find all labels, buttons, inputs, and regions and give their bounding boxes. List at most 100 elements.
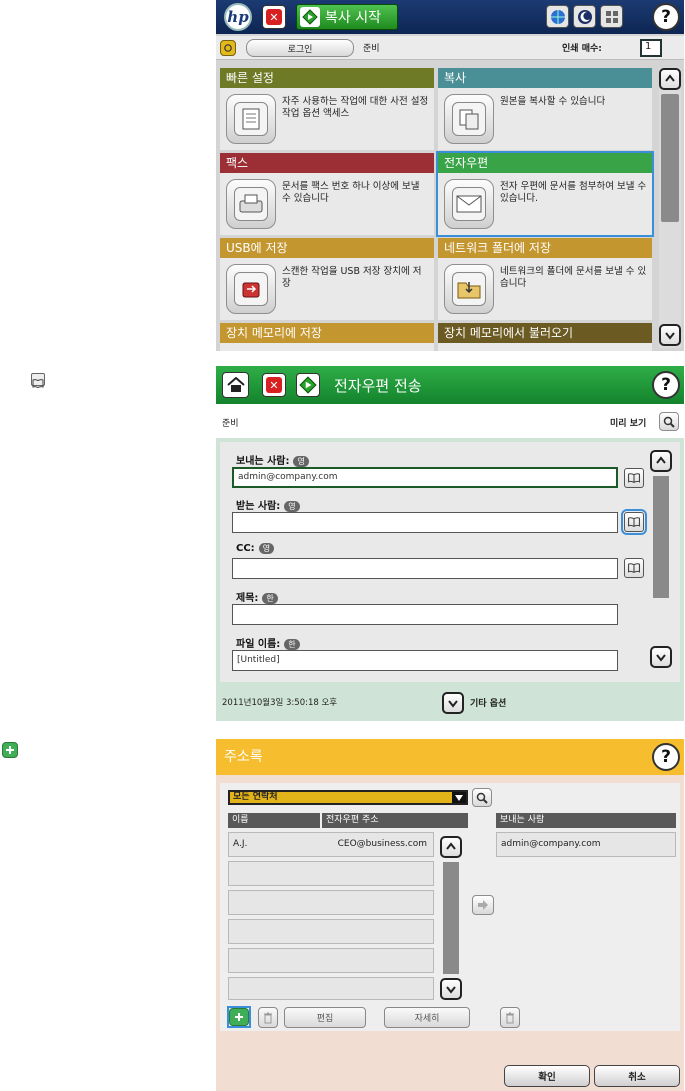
quick-sets-tile[interactable]: 빠른 설정 자주 사용하는 작업에 대한 사전 설정 작업 옵션 액세스 (220, 68, 434, 150)
remove-sender-button[interactable] (500, 1007, 520, 1028)
scroll-down-button[interactable] (659, 324, 681, 346)
home-screen-panel: hp ✕ 복사 시작 ? 로그인 준비 인쇄 매수: 1 빠른 설정 자주 사용… (216, 0, 684, 351)
to-label: 받는 사람: 영 (236, 497, 300, 512)
from-field[interactable]: admin@company.com (232, 467, 618, 488)
contact-filter-select[interactable]: 모든 연락처 (228, 790, 468, 805)
stop-button[interactable]: ✕ (262, 5, 286, 29)
home-status-bar: 로그인 준비 인쇄 매수: 1 (216, 36, 684, 60)
start-button-2[interactable] (296, 373, 320, 397)
cc-address-book-button[interactable] (624, 558, 644, 578)
add-to-sender-button[interactable] (472, 895, 494, 915)
arrow-right-icon (478, 900, 488, 910)
home-top-bar: hp ✕ 복사 시작 ? (216, 0, 684, 34)
copy-desc: 원본을 복사할 수 있습니다 (500, 96, 606, 107)
details-button[interactable]: 자세히 (384, 1007, 470, 1028)
help-button[interactable]: ? (652, 3, 680, 31)
stop-icon: ✕ (266, 9, 282, 25)
add-contact-button[interactable] (229, 1008, 249, 1026)
table-row-empty[interactable] (228, 890, 434, 915)
cancel-button[interactable]: 취소 (594, 1065, 680, 1087)
scroll-up-button[interactable] (659, 68, 681, 90)
home-scrollbar[interactable] (659, 68, 681, 348)
save-to-usb-desc: 스캔한 작업을 USB 저장 장치에 저장 (282, 266, 422, 289)
more-options-label: 기타 옵션 (470, 699, 507, 709)
contacts-scroll-up-button[interactable] (440, 836, 462, 858)
dropdown-arrow-icon[interactable] (452, 792, 466, 803)
save-to-device-memory-tile[interactable]: 장치 메모리에 저장 (220, 323, 434, 351)
sleep-icon[interactable] (573, 5, 596, 28)
help-button-3[interactable]: ? (652, 743, 680, 771)
email-tile[interactable]: 전자우편 전자 우편에 문서를 첨부하여 보낼 수 있습니다. (436, 151, 654, 237)
stop-button-2[interactable]: ✕ (262, 373, 286, 397)
filename-field[interactable]: [Untitled] (232, 650, 618, 671)
save-to-usb-tile[interactable]: USB에 저장 스캔한 작업을 USB 저장 장치에 저장 (220, 238, 434, 320)
address-book-icon (628, 517, 640, 527)
more-options-button[interactable] (442, 692, 464, 714)
fax-icon (226, 179, 276, 229)
datetime-text: 2011년10월3일 3:50:18 오후 (222, 698, 338, 708)
cc-lang-chip[interactable]: 영 (258, 543, 275, 554)
refresh-icon[interactable] (220, 40, 236, 56)
save-to-network-folder-desc: 네트워크의 폴더에 문서를 보낼 수 있습니다 (500, 266, 647, 289)
network-icon[interactable] (546, 5, 569, 28)
sender-row[interactable]: admin@company.com (496, 832, 676, 857)
home-icon (226, 377, 245, 392)
fax-tile[interactable]: 팩스 문서를 팩스 번호 하나 이상에 보낼 수 있습니다 (220, 153, 434, 235)
save-to-network-folder-tile[interactable]: 네트워크 폴더에 저장 네트워크의 폴더에 문서를 보낼 수 있습니다 (438, 238, 652, 320)
ok-button[interactable]: 확인 (504, 1065, 590, 1087)
cc-label-text: CC: (236, 543, 255, 554)
to-lang-chip[interactable]: 영 (284, 501, 300, 512)
email-status-text: 준비 (222, 419, 239, 429)
edit-button[interactable]: 편집 (284, 1007, 366, 1028)
cc-label: CC: 영 (236, 543, 275, 554)
column-header-sender: 보내는 사람 (496, 813, 676, 828)
fields-scroll-thumb[interactable] (653, 476, 669, 598)
address-book-panel: 주소록 ? 모든 연락처 이름 전자우편 주소 보내는 사람 A.J. CEO@… (216, 739, 684, 1091)
add-contact-icon-hint (2, 742, 18, 758)
to-address-book-button[interactable] (621, 509, 647, 535)
from-address-book-button[interactable] (624, 468, 644, 488)
contacts-scrollbar[interactable] (440, 836, 464, 1002)
to-field[interactable] (232, 512, 618, 533)
retrieve-from-device-memory-tile[interactable]: 장치 메모리에서 불러오기 (438, 323, 652, 351)
copies-input[interactable]: 1 (640, 39, 662, 57)
subject-field[interactable] (232, 604, 618, 625)
column-header-email[interactable]: 전자우편 주소 (322, 813, 468, 828)
filename-lang-chip[interactable]: 한 (284, 639, 300, 650)
table-row-empty[interactable] (228, 919, 434, 944)
plus-icon (235, 1013, 243, 1021)
delete-contact-button[interactable] (258, 1007, 278, 1028)
table-row-empty[interactable] (228, 977, 434, 1000)
copy-tile[interactable]: 복사 원본을 복사할 수 있습니다 (438, 68, 652, 150)
table-row-empty[interactable] (228, 948, 434, 973)
login-button[interactable]: 로그인 (246, 39, 354, 57)
start-icon-2 (299, 376, 317, 394)
email-top-bar: ✕ 전자우편 전송 ? (216, 366, 684, 404)
email-title: 전자우편 (438, 153, 652, 173)
start-copy-button[interactable]: 복사 시작 (296, 4, 398, 30)
scroll-thumb[interactable] (661, 94, 679, 222)
preview-button[interactable] (659, 412, 679, 431)
table-row[interactable]: A.J. CEO@business.com (228, 832, 434, 857)
email-status-row: 준비 미리 보기 (216, 404, 684, 438)
fields-scroll-down-button[interactable] (650, 646, 672, 668)
contact-search-button[interactable] (472, 788, 492, 807)
from-lang-chip[interactable]: 영 (293, 456, 309, 467)
magnifier-icon (663, 416, 675, 428)
settings-icon[interactable] (600, 5, 623, 28)
contacts-scroll-thumb[interactable] (443, 862, 459, 974)
subject-lang-chip[interactable]: 한 (262, 593, 278, 604)
cc-field[interactable] (232, 558, 618, 579)
hp-logo[interactable]: hp (224, 3, 252, 31)
trash-icon (506, 1012, 514, 1023)
subject-label: 제목: 한 (236, 589, 278, 604)
home-button[interactable] (222, 372, 249, 398)
fields-scroll-up-button[interactable] (650, 450, 672, 472)
column-header-name[interactable]: 이름 (228, 813, 320, 828)
help-button-2[interactable]: ? (652, 371, 680, 399)
email-fields-scrollbar[interactable] (650, 450, 674, 676)
contacts-scroll-down-button[interactable] (440, 978, 462, 1000)
table-row-empty[interactable] (228, 861, 434, 886)
contact-name: A.J. (233, 839, 248, 849)
address-book-top-bar: 주소록 ? (216, 739, 684, 775)
